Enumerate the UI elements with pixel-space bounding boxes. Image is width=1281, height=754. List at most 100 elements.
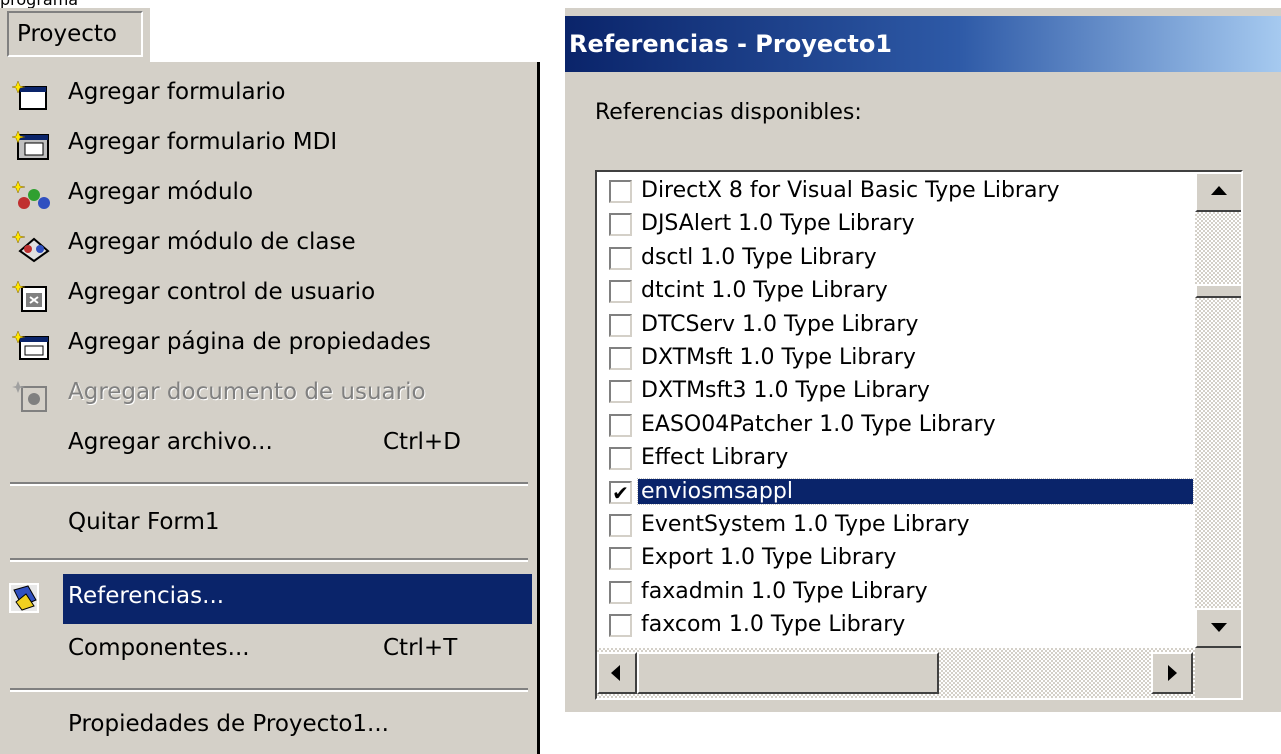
proyecto-dropdown-menu: Agregar formulario Agregar formulario MD…: [0, 62, 540, 754]
add-user-document-icon: [12, 381, 47, 412]
menu-separator: [10, 688, 528, 692]
reference-checkbox[interactable]: [609, 180, 632, 203]
reference-checkbox[interactable]: [609, 213, 632, 237]
menu-item-label: Componentes...: [68, 635, 250, 661]
reference-checkbox[interactable]: ✔: [609, 480, 632, 504]
menu-item-label: Referencias...: [68, 583, 225, 609]
menu-proyecto[interactable]: Proyecto: [7, 11, 143, 57]
reference-row[interactable]: DXTMsft3 1.0 Type Library: [609, 376, 1193, 409]
reference-checkbox[interactable]: [609, 380, 632, 404]
reference-row[interactable]: DirectX 8 for Visual Basic Type Library: [609, 176, 1193, 209]
arrow-up-icon: [1211, 186, 1227, 195]
menu-item-label: Agregar módulo: [68, 179, 254, 205]
reference-name: Export 1.0 Type Library: [641, 545, 897, 571]
reference-row[interactable]: Effect Library: [609, 443, 1193, 476]
reference-row[interactable]: faxadmin 1.0 Type Library: [609, 577, 1193, 610]
menu-item-label: Agregar página de propiedades: [68, 329, 431, 355]
reference-checkbox[interactable]: [609, 246, 632, 270]
reference-name: dsctl 1.0 Type Library: [641, 244, 877, 270]
menu-item-add-module[interactable]: Agregar módulo: [0, 170, 531, 220]
menu-bar: Proyecto: [0, 8, 150, 62]
reference-checkbox[interactable]: [609, 313, 632, 337]
dialog-titlebar[interactable]: Referencias - Proyecto1: [565, 16, 1281, 72]
menu-item-add-user-control[interactable]: Agregar control de usuario: [0, 270, 531, 320]
menu-separator: [10, 482, 528, 486]
scroll-up-button[interactable]: [1195, 172, 1241, 212]
reference-checkbox[interactable]: [609, 413, 632, 437]
scrollbar-corner: [1195, 648, 1241, 698]
menu-item-label: Agregar documento de usuario: [68, 379, 426, 405]
reference-name: DXTMsft3 1.0 Type Library: [641, 378, 930, 404]
menu-item-project-properties[interactable]: Propiedades de Proyecto1...: [0, 702, 531, 752]
arrow-right-icon: [1168, 665, 1177, 681]
reference-row[interactable]: Export 1.0 Type Library: [609, 543, 1193, 576]
reference-name: DXTMsft 1.0 Type Library: [641, 345, 916, 370]
menu-item-label: Agregar formulario MDI: [68, 129, 338, 155]
reference-name: faxcom 1.0 Type Library: [641, 612, 906, 638]
menu-item-add-property-page[interactable]: Agregar página de propiedades: [0, 320, 531, 370]
add-class-module-icon: [12, 230, 50, 263]
reference-checkbox[interactable]: [609, 514, 632, 537]
available-references-label: Referencias disponibles:: [595, 100, 862, 125]
shortcut-label: Ctrl+T: [383, 635, 458, 661]
menu-item-add-file[interactable]: Agregar archivo... Ctrl+D: [0, 420, 531, 470]
menu-item-remove-form1[interactable]: Quitar Form1: [0, 500, 531, 550]
scroll-down-button[interactable]: [1195, 608, 1241, 648]
caption-text: programa: [0, 0, 78, 8]
reference-row[interactable]: dsctl 1.0 Type Library: [609, 243, 1193, 276]
reference-checkbox[interactable]: [609, 447, 632, 471]
add-module-icon: [12, 180, 50, 209]
reference-name: faxadmin 1.0 Type Library: [641, 578, 928, 604]
reference-row[interactable]: DJSAlert 1.0 Type Library: [609, 209, 1193, 242]
menu-item-label: Agregar control de usuario: [68, 279, 376, 305]
dialog-title: Referencias - Proyecto1: [569, 30, 893, 58]
add-mdi-form-icon: [12, 130, 49, 160]
scroll-right-button[interactable]: [1151, 652, 1193, 694]
add-form-icon: [12, 80, 47, 110]
menu-separator: [10, 558, 528, 562]
reference-name: EventSystem 1.0 Type Library: [641, 512, 970, 537]
reference-row[interactable]: ✔ enviosmsappl: [609, 477, 1194, 510]
menu-item-label: Propiedades de Proyecto1...: [68, 711, 389, 737]
reference-checkbox[interactable]: [609, 347, 632, 370]
reference-checkbox[interactable]: [609, 614, 632, 638]
arrow-down-icon: [1211, 623, 1227, 632]
reference-name: EASO04Patcher 1.0 Type Library: [641, 411, 996, 437]
reference-checkbox[interactable]: [609, 547, 632, 571]
shortcut-label: Ctrl+D: [383, 429, 461, 455]
reference-name: Effect Library: [641, 445, 789, 471]
reference-name: dtcint 1.0 Type Library: [641, 278, 888, 304]
scroll-thumb[interactable]: [1195, 284, 1241, 298]
horizontal-scroll-thumb[interactable]: [637, 652, 939, 694]
menu-item-references[interactable]: Referencias...: [0, 574, 532, 624]
reference-checkbox[interactable]: [609, 580, 632, 604]
reference-name: DJSAlert 1.0 Type Library: [641, 211, 915, 237]
reference-row[interactable]: faxcom 1.0 Type Library: [609, 610, 1193, 643]
menu-item-label: Agregar formulario: [68, 79, 286, 105]
menu-item-add-user-document: Agregar documento de usuario: [0, 370, 531, 420]
menu-item-add-form[interactable]: Agregar formulario: [0, 70, 531, 120]
vertical-scrollbar[interactable]: [1195, 172, 1241, 648]
reference-row[interactable]: EventSystem 1.0 Type Library: [609, 510, 1193, 543]
horizontal-scrollbar[interactable]: [597, 648, 1195, 698]
reference-row[interactable]: dtcint 1.0 Type Library: [609, 276, 1193, 309]
menu-item-label: Agregar archivo...: [68, 429, 273, 455]
references-list: DirectX 8 for Visual Basic Type Library D…: [597, 176, 1195, 648]
references-listbox[interactable]: DirectX 8 for Visual Basic Type Library D…: [595, 170, 1243, 700]
add-property-page-icon: [12, 330, 49, 360]
reference-row[interactable]: EASO04Patcher 1.0 Type Library: [609, 410, 1193, 443]
menu-proyecto-label: Proyecto: [17, 21, 117, 47]
menu-item-components[interactable]: Componentes... Ctrl+T: [0, 626, 531, 676]
menu-item-label: Agregar módulo de clase: [68, 229, 356, 255]
arrow-left-icon: [611, 665, 620, 681]
scroll-left-button[interactable]: [597, 652, 637, 694]
reference-name: enviosmsappl: [637, 477, 1194, 505]
menu-item-add-class-module[interactable]: Agregar módulo de clase: [0, 220, 531, 270]
reference-name: DirectX 8 for Visual Basic Type Library: [641, 178, 1060, 203]
references-dialog: Referencias - Proyecto1 Referencias disp…: [565, 8, 1281, 712]
reference-row[interactable]: DXTMsft 1.0 Type Library: [609, 343, 1193, 376]
menu-item-label: Quitar Form1: [68, 509, 220, 535]
reference-checkbox[interactable]: [609, 280, 632, 304]
reference-row[interactable]: DTCServ 1.0 Type Library: [609, 310, 1193, 343]
menu-item-add-mdi-form[interactable]: Agregar formulario MDI: [0, 120, 531, 170]
